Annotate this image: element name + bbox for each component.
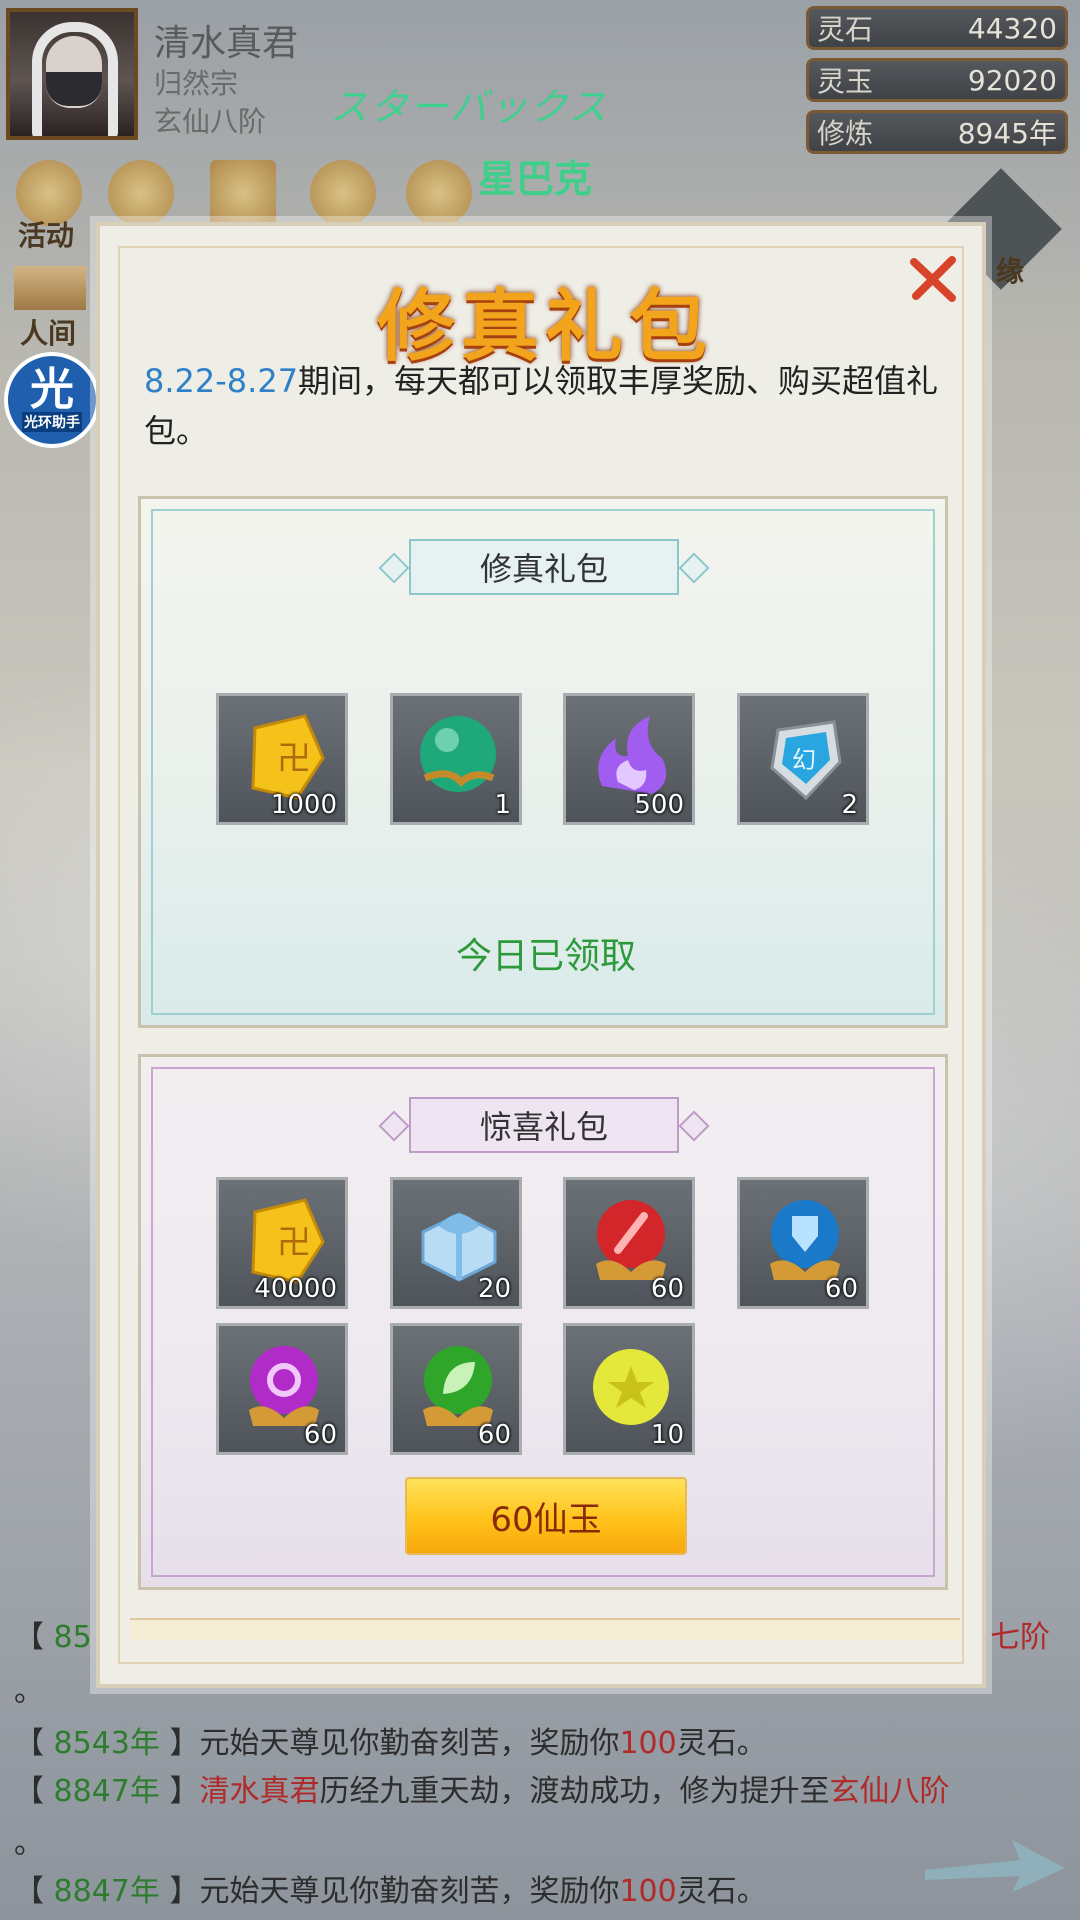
- affinity-label: 缘: [996, 255, 1025, 288]
- surprise-pack-title: 惊喜礼包: [378, 1097, 710, 1153]
- log-text: 】元始天尊见你勤奋刻苦，奖励你: [169, 1726, 620, 1761]
- log-line: 【 8847年 】元始天尊见你勤奋刻苦，奖励你100灵石。: [14, 1874, 767, 1909]
- item-count: 10: [650, 1420, 684, 1450]
- log-amount: 100: [619, 1874, 677, 1909]
- helper-glyph: 光: [30, 364, 74, 415]
- log-unit: 灵石。: [676, 1874, 767, 1909]
- human-realm-label: 人间: [20, 317, 77, 350]
- item-count: 500: [634, 790, 684, 820]
- claimed-status: 今日已领取: [455, 936, 636, 977]
- cultivation-pack-panel: 修真礼包 卍 1000 1 500 幻 2 今日已领取: [138, 496, 948, 1028]
- item-count: 60: [650, 1274, 684, 1304]
- reward-item[interactable]: 60: [216, 1323, 348, 1455]
- resource-cultivation: 修炼 8945年: [806, 110, 1068, 154]
- reward-item[interactable]: 60: [563, 1177, 695, 1309]
- svg-text:幻: 幻: [792, 746, 816, 774]
- log-unit: 灵石。: [676, 1726, 767, 1761]
- overlay-jp-text: スターバックス: [330, 85, 609, 129]
- item-count: 60: [477, 1420, 511, 1450]
- log-line-partial: 【 85: [14, 1620, 92, 1655]
- log-amount: 100: [619, 1726, 677, 1761]
- modal-bottom-strip: [130, 1618, 960, 1640]
- resource-spirit-stone: 灵石 44320: [806, 6, 1068, 50]
- reward-item[interactable]: 10: [563, 1323, 695, 1455]
- human-realm-icon[interactable]: [14, 266, 86, 310]
- log-rank: 玄仙八阶: [829, 1774, 950, 1809]
- item-count: 60: [824, 1274, 858, 1304]
- item-count: 1: [494, 790, 511, 820]
- reward-item[interactable]: 幻 2: [737, 693, 869, 825]
- item-count: 2: [841, 790, 858, 820]
- gift-pack-modal: 修真礼包 8.22-8.27期间，每天都可以领取丰厚奖励、购买超值礼包。 修真礼…: [96, 222, 986, 1688]
- mail-icon[interactable]: [210, 160, 276, 226]
- item-count: 40000: [254, 1274, 337, 1304]
- overlay-cn-text: 星巴克: [478, 157, 593, 201]
- player-rank: 玄仙八阶: [154, 105, 267, 138]
- illusion-token-icon: 幻: [770, 720, 842, 801]
- log-text: 历经九重天劫，渡劫成功，修为提升至: [319, 1774, 830, 1809]
- jade-orb-icon: [420, 716, 496, 792]
- surprise-pack-panel: 惊喜礼包 卍 40000 20 60 60 60 60 10 60仙玉: [138, 1054, 948, 1590]
- item-count: 60: [303, 1420, 337, 1450]
- item-count: 1000: [270, 790, 337, 820]
- reward-item[interactable]: 1: [390, 693, 522, 825]
- close-icon[interactable]: [906, 252, 960, 306]
- log-year: 8847年: [53, 1774, 160, 1809]
- event-date: 8.22-8.27: [144, 362, 299, 400]
- log-punct: 。: [14, 1826, 44, 1861]
- resource-label: 修炼: [817, 117, 874, 150]
- resource-value: 8945年: [957, 117, 1057, 150]
- resource-label: 灵玉: [817, 65, 874, 98]
- panel-title-text: 惊喜礼包: [479, 1108, 608, 1146]
- resource-spirit-jade: 灵玉 92020: [806, 58, 1068, 102]
- gear-icon[interactable]: [406, 160, 472, 226]
- avatar[interactable]: [6, 8, 138, 140]
- event-description: 8.22-8.27期间，每天都可以领取丰厚奖励、购买超值礼包。: [144, 356, 944, 456]
- log-line-partial-tail: 七阶: [990, 1620, 1050, 1655]
- player-sect: 归然宗: [154, 67, 239, 100]
- log-punct: 。: [14, 1674, 44, 1709]
- log-who: 清水真君: [199, 1774, 320, 1809]
- log-text: 】元始天尊见你勤奋刻苦，奖励你: [169, 1874, 620, 1909]
- reward-item[interactable]: 60: [390, 1323, 522, 1455]
- buy-pack-button[interactable]: 60仙玉: [405, 1477, 687, 1555]
- log-year: 8543年: [53, 1726, 160, 1761]
- player-name: 清水真君: [154, 23, 299, 64]
- log-line: 【 8847年 】清水真君历经九重天劫，渡劫成功，修为提升至玄仙八阶: [14, 1774, 950, 1809]
- log-line: 【 8543年 】元始天尊见你勤奋刻苦，奖励你100灵石。: [14, 1726, 767, 1761]
- reward-item[interactable]: 500: [563, 693, 695, 825]
- helper-button[interactable]: 光 光环助手: [4, 352, 100, 448]
- activity-label: 活动: [18, 219, 75, 252]
- pagoda-icon[interactable]: [310, 160, 376, 226]
- resource-value: 92020: [967, 63, 1057, 97]
- helper-label: 光环助手: [22, 412, 82, 432]
- svg-text:卍: 卍: [277, 1223, 311, 1263]
- next-arrow-icon[interactable]: [920, 1830, 1070, 1900]
- resource-value: 44320: [967, 11, 1057, 45]
- panel-title-text: 修真礼包: [479, 550, 608, 588]
- reward-item[interactable]: 60: [737, 1177, 869, 1309]
- reward-item[interactable]: 卍 1000: [216, 693, 348, 825]
- gift-icon[interactable]: [108, 160, 174, 226]
- item-count: 20: [477, 1274, 511, 1304]
- reward-item[interactable]: 20: [390, 1177, 522, 1309]
- svg-text:卍: 卍: [277, 739, 311, 779]
- resource-label: 灵石: [817, 13, 874, 46]
- reward-item[interactable]: 卍 40000: [216, 1177, 348, 1309]
- log-year: 8847年: [53, 1874, 160, 1909]
- log-year: 85: [53, 1620, 92, 1655]
- cultivation-pack-title: 修真礼包: [378, 539, 710, 595]
